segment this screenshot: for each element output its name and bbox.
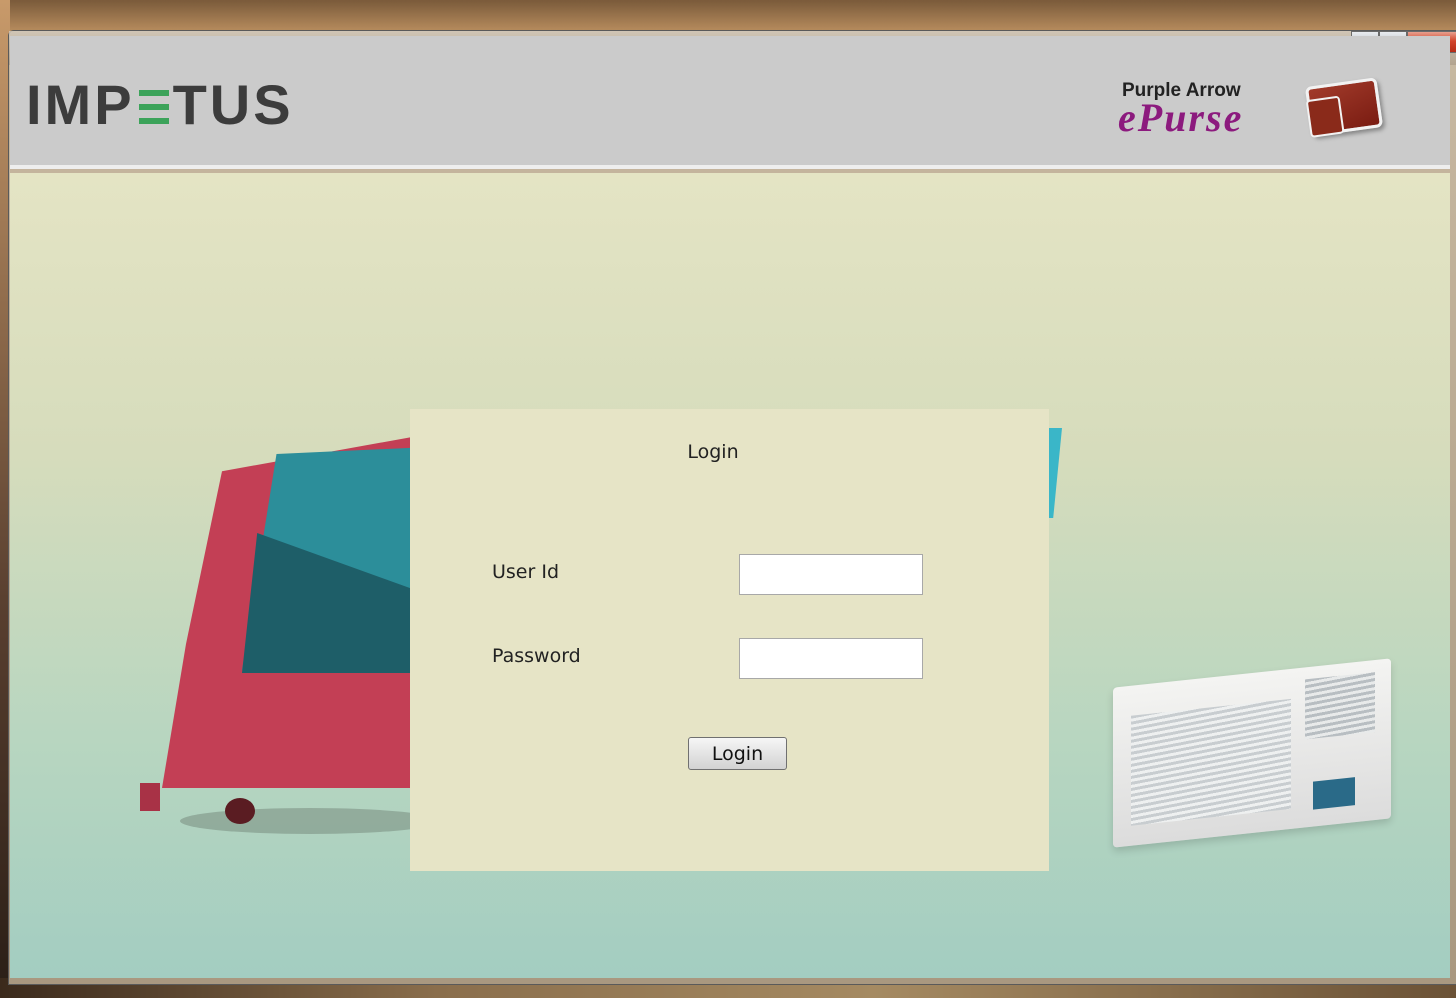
- bus-shadow: [180, 808, 440, 834]
- login-button[interactable]: Login: [688, 737, 787, 770]
- header-banner: IMP TUS Purple Arrow ePurse: [10, 36, 1450, 169]
- password-label: Password: [492, 645, 581, 667]
- impetus-logo: IMP TUS: [26, 72, 294, 137]
- impetus-logo-prefix: IMP: [26, 73, 135, 136]
- wallet-icon: [1304, 77, 1384, 137]
- bus-bumper: [140, 783, 160, 811]
- user-id-input[interactable]: [739, 554, 923, 595]
- ac-vent: [1305, 672, 1375, 740]
- user-id-label: User Id: [492, 561, 560, 583]
- purple-arrow-epurse-logo: Purple Arrow ePurse: [1118, 76, 1388, 146]
- bus-wheel: [225, 798, 255, 824]
- impetus-logo-suffix: TUS: [172, 73, 294, 136]
- impetus-logo-e-icon: [138, 86, 169, 128]
- login-panel: Login User Id Password Login: [410, 409, 1049, 871]
- epurse-script-text: ePurse: [1118, 95, 1244, 140]
- password-input[interactable]: [739, 638, 923, 679]
- air-conditioner-illustration: [1113, 658, 1391, 848]
- ac-control-panel: [1313, 777, 1355, 810]
- ac-grille: [1131, 698, 1291, 826]
- login-title: Login: [687, 441, 739, 463]
- main-background: Login User Id Password Login: [10, 173, 1450, 978]
